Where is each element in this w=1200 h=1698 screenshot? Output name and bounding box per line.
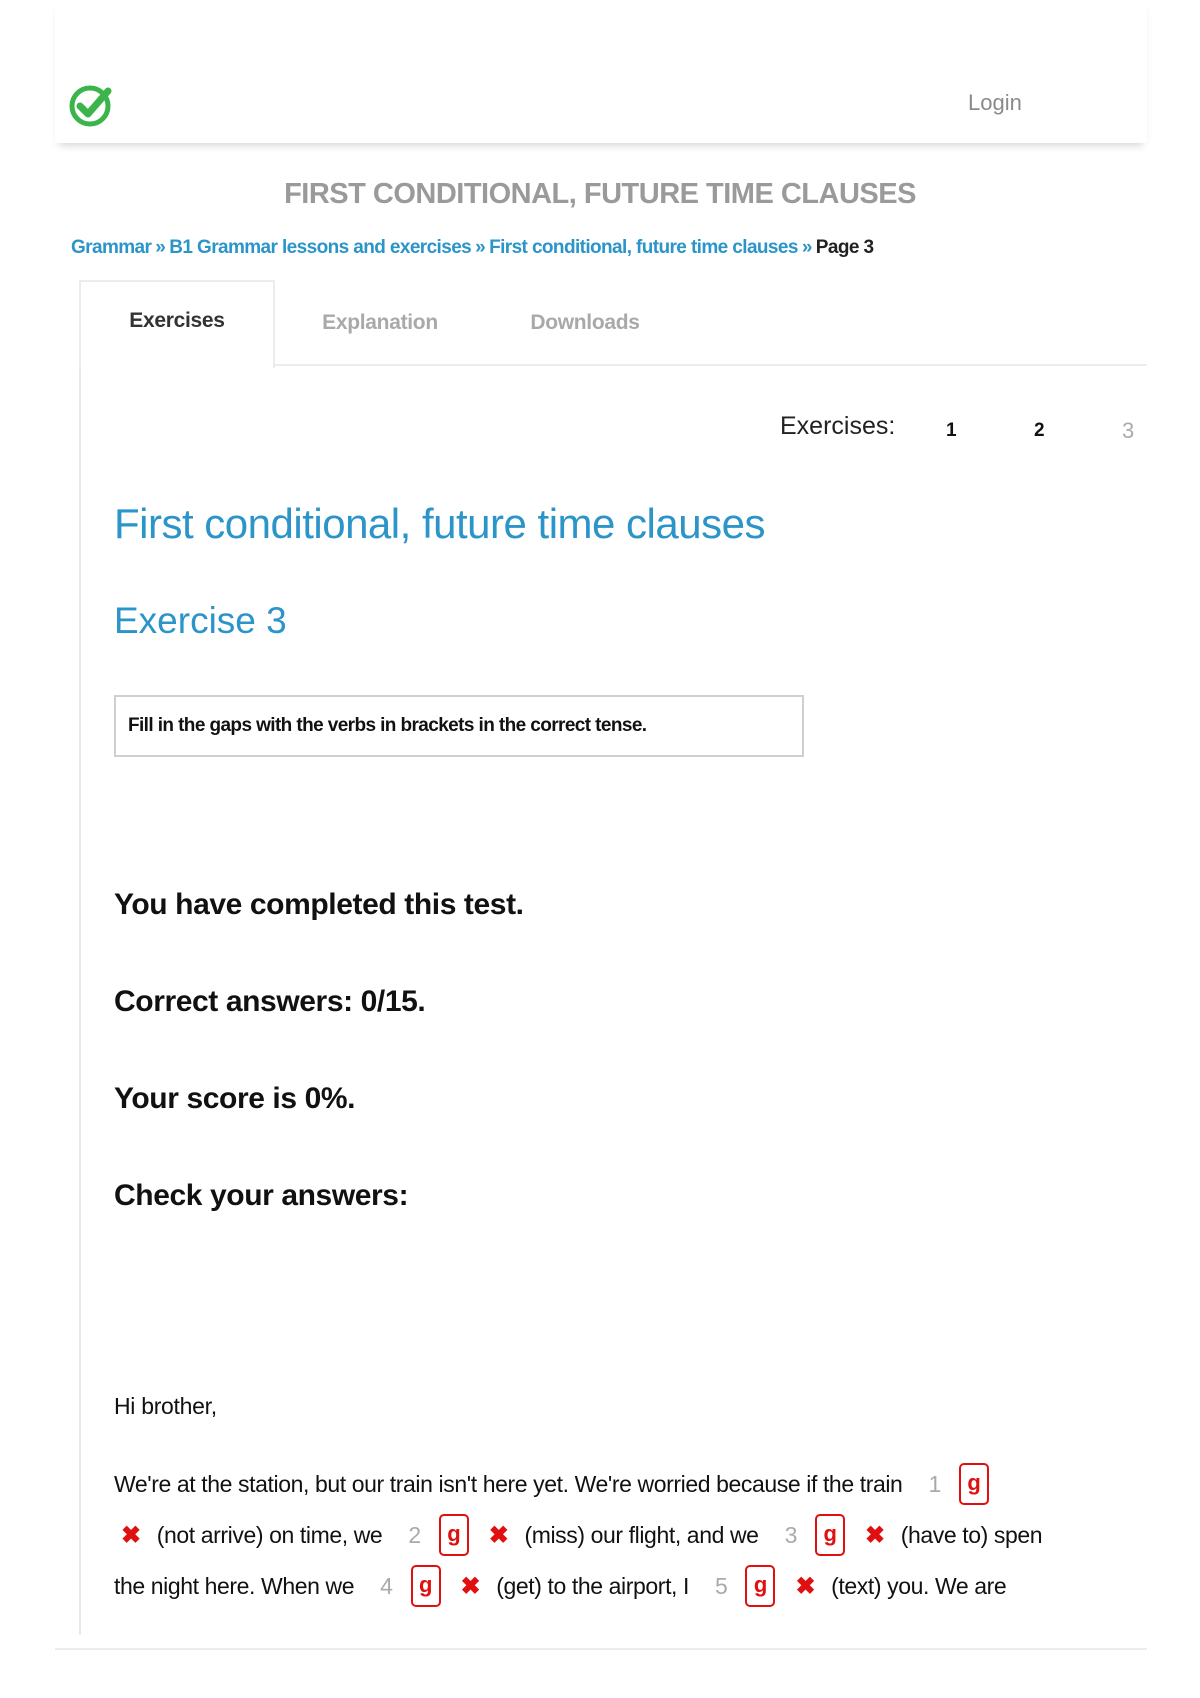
instruction-box: Fill in the gaps with the verbs in brack… xyxy=(114,695,804,757)
tab-downloads[interactable]: Downloads xyxy=(490,280,680,366)
wrong-mark-icon: ✖ xyxy=(488,1521,509,1549)
gap-hint-2: (miss) our flight, and we xyxy=(524,1521,759,1548)
gap-hint-5: (text) you. We are xyxy=(831,1572,1007,1599)
gap-answer-5[interactable]: g xyxy=(745,1565,776,1607)
gap-number: 1 xyxy=(928,1470,941,1497)
top-header xyxy=(55,0,1147,143)
letter-line-3: the night here. When we 4 g ✖ (get) to t… xyxy=(114,1565,1154,1615)
breadcrumb-separator: » xyxy=(475,237,486,258)
gap-number: 5 xyxy=(715,1572,728,1599)
exercise-page-1[interactable]: 1 xyxy=(946,420,957,442)
gap-number: 2 xyxy=(408,1521,421,1548)
login-link[interactable]: Login xyxy=(968,90,1022,116)
gap-number: 3 xyxy=(784,1521,798,1548)
breadcrumb-current: Page 3 xyxy=(815,237,874,258)
letter-greeting: Hi brother, xyxy=(114,1393,217,1419)
breadcrumb-b1-lessons[interactable]: B1 Grammar lessons and exercises xyxy=(169,237,471,258)
letter-text: We're at the station, but our train isn'… xyxy=(114,1470,903,1497)
completed-message: You have completed this test. xyxy=(114,888,524,921)
page-title: FIRST CONDITIONAL, FUTURE TIME CLAUSES xyxy=(284,178,916,210)
wrong-mark-icon: ✖ xyxy=(795,1572,816,1600)
gap-answer-4[interactable]: g xyxy=(410,1565,441,1607)
breadcrumb-separator: » xyxy=(155,237,166,258)
letter-line-2: ✖ (not arrive) on time, we 2 g ✖ (miss) … xyxy=(114,1514,1154,1564)
tab-exercises[interactable]: Exercises xyxy=(79,280,275,368)
exercise-page-3: 3 xyxy=(1122,418,1135,443)
check-circle-icon[interactable] xyxy=(68,82,114,128)
lesson-title: First conditional, future time clauses xyxy=(114,500,765,547)
gap-answer-3[interactable]: g xyxy=(814,1514,845,1556)
breadcrumb-first-conditional[interactable]: First conditional, future time clauses xyxy=(489,237,798,258)
check-answers-heading: Check your answers: xyxy=(114,1179,409,1212)
letter-text: the night here. When we xyxy=(114,1572,355,1599)
gap-number: 4 xyxy=(380,1572,393,1599)
correct-answers: Correct answers: 0/15. xyxy=(114,985,426,1018)
exercise-nav-label: Exercises: xyxy=(780,412,896,440)
gap-answer-1[interactable]: g xyxy=(958,1463,989,1505)
content-panel xyxy=(79,280,1149,1635)
exercise-title: Exercise 3 xyxy=(114,600,287,641)
letter-line-1: We're at the station, but our train isn'… xyxy=(114,1463,1154,1513)
tab-explanation[interactable]: Explanation xyxy=(290,280,470,366)
exercise-page-2[interactable]: 2 xyxy=(1034,420,1045,442)
gap-hint-4: (get) to the airport, I xyxy=(496,1572,690,1599)
breadcrumb-separator: » xyxy=(801,237,813,258)
gap-hint-3: (have to) spen xyxy=(900,1521,1043,1548)
score: Your score is 0%. xyxy=(114,1082,356,1115)
breadcrumb-grammar[interactable]: Grammar xyxy=(71,237,152,258)
wrong-mark-icon: ✖ xyxy=(121,1521,141,1549)
wrong-mark-icon: ✖ xyxy=(864,1521,885,1549)
breadcrumb: Grammar» B1 Grammar lessons and exercises… xyxy=(71,237,874,259)
gap-hint-1: (not arrive) on time, we xyxy=(156,1521,383,1548)
gap-answer-2[interactable]: g xyxy=(438,1514,469,1556)
bottom-divider xyxy=(55,1648,1147,1650)
wrong-mark-icon: ✖ xyxy=(460,1572,481,1600)
